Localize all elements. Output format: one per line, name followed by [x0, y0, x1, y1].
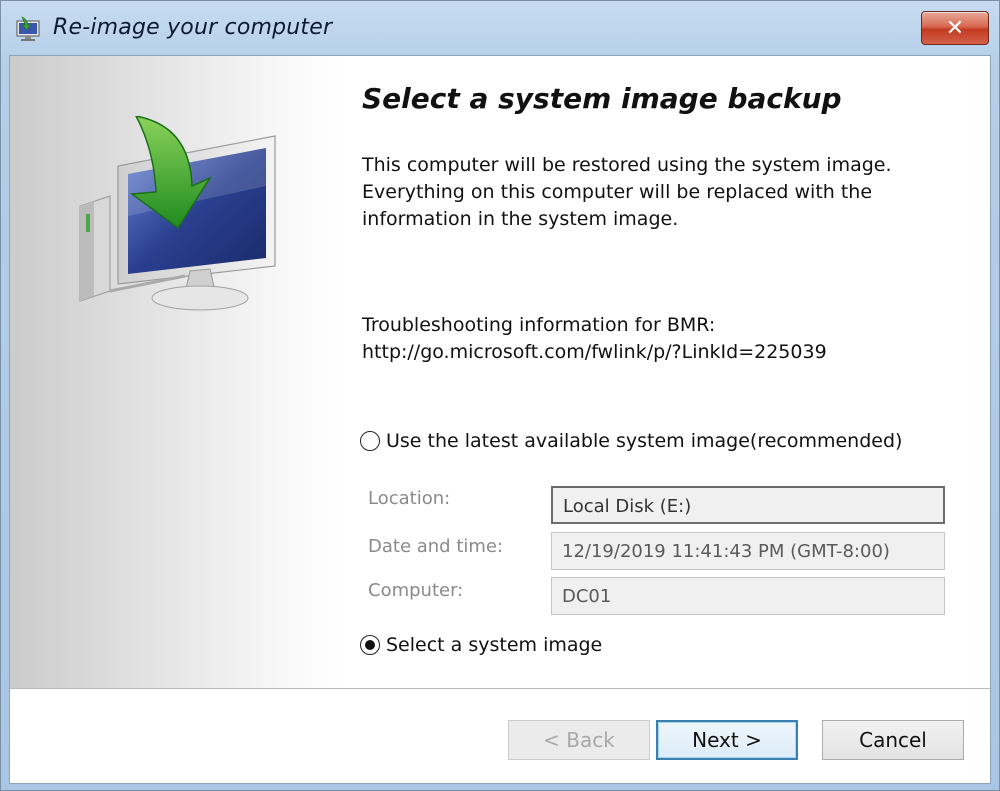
latest-image-label: Use the latest available system image(re… — [386, 430, 903, 452]
window-title: Re-image your computer — [53, 15, 333, 40]
location-field: Local Disk (E:) — [551, 486, 945, 524]
latest-image-radio[interactable] — [360, 431, 380, 451]
location-label: Location: — [368, 488, 451, 509]
footer-divider — [10, 688, 990, 690]
title-bar[interactable]: Re-image your computer ✕ — [1, 1, 999, 55]
computer-label: Computer: — [368, 580, 464, 601]
troubleshooting-info: Troubleshooting information for BMR: htt… — [362, 312, 962, 366]
select-image-option[interactable]: Select a system image — [360, 634, 602, 656]
page-heading: Select a system image backup — [362, 82, 842, 115]
left-banner — [10, 56, 342, 688]
select-image-label: Select a system image — [386, 634, 603, 656]
back-button[interactable]: < Back — [508, 720, 650, 760]
restore-computer-icon — [79, 116, 276, 311]
latest-image-option[interactable]: Use the latest available system image(re… — [360, 430, 902, 452]
description-line: This computer will be restored using the… — [362, 154, 892, 176]
troubleshooting-link: http://go.microsoft.com/fwlink/p/?LinkId… — [362, 341, 827, 363]
restore-description: This computer will be restored using the… — [362, 152, 922, 233]
cancel-button[interactable]: Cancel — [822, 720, 964, 760]
computer-field: DC01 — [551, 577, 945, 615]
dialog-window: Re-image your computer ✕ Select a system… — [0, 0, 1000, 791]
description-line: information in the system image. — [362, 208, 679, 230]
close-button[interactable]: ✕ — [921, 11, 989, 45]
close-icon: ✕ — [945, 15, 965, 41]
description-line: Everything on this computer will be repl… — [362, 181, 873, 203]
select-image-radio[interactable] — [360, 635, 380, 655]
datetime-label: Date and time: — [368, 536, 504, 557]
dialog-content: Select a system image backup This comput… — [9, 55, 991, 784]
troubleshooting-label: Troubleshooting information for BMR: — [362, 314, 716, 336]
restore-monitor-icon — [16, 16, 40, 41]
next-button[interactable]: Next > — [656, 720, 798, 760]
datetime-field: 12/19/2019 11:41:43 PM (GMT-8:00) — [551, 532, 945, 570]
